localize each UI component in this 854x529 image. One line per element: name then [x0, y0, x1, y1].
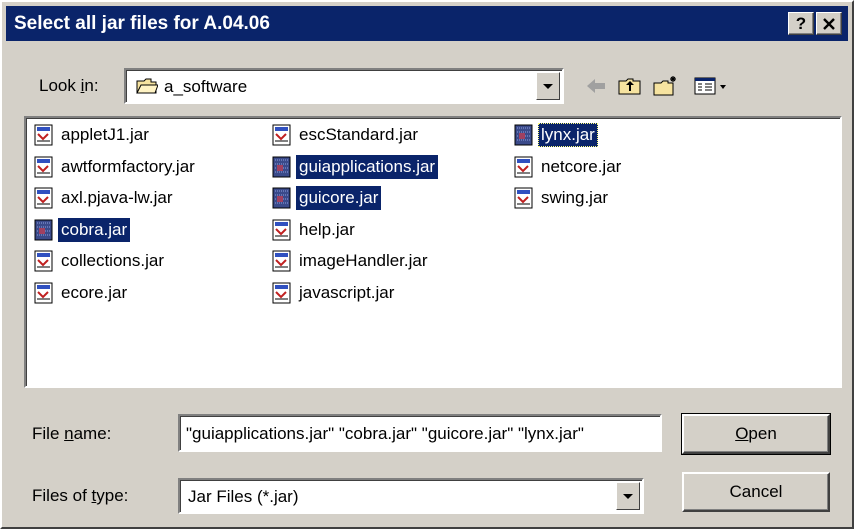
jar-file-icon	[514, 187, 533, 209]
close-button[interactable]	[816, 12, 842, 35]
help-button[interactable]: ?	[788, 12, 814, 35]
file-item-name: lynx.jar	[538, 123, 598, 147]
look-in-value: a_software	[164, 77, 248, 96]
file-item-name: javascript.jar	[299, 282, 395, 302]
file-item-name: imageHandler.jar	[299, 251, 428, 270]
look-in-label: Look in:	[39, 76, 99, 95]
file-item[interactable]: guicore.jar	[272, 185, 382, 211]
jar-file-icon	[514, 156, 533, 177]
files-of-type-dropdown-button[interactable]	[616, 482, 640, 510]
up-one-level-icon	[618, 78, 641, 95]
files-of-type-dropdown[interactable]: Jar Files (*.jar)	[178, 478, 644, 514]
open-button[interactable]: Open	[681, 413, 831, 455]
jar-file-icon	[34, 282, 53, 303]
jar-file-icon	[272, 219, 291, 240]
close-icon	[823, 17, 835, 30]
file-item-name: netcore.jar	[541, 156, 622, 176]
jar-file-icon	[34, 250, 53, 272]
jar-file-icon	[514, 124, 533, 146]
up-one-level-button[interactable]	[616, 72, 644, 100]
file-item[interactable]: axl.pjava-lw.jar	[34, 185, 176, 211]
file-item[interactable]: collections.jar	[34, 248, 167, 274]
file-item[interactable]: escStandard.jar	[272, 122, 421, 148]
jar-file-icon	[272, 282, 291, 303]
view-menu-icon	[694, 77, 726, 95]
file-item-name: swing.jar	[541, 188, 609, 207]
chevron-down-icon	[623, 493, 633, 499]
file-item-name: help.jar	[299, 219, 355, 239]
file-list[interactable]: appletJ1.jar awtformfactory.jar axl.pjava-…	[24, 116, 842, 388]
file-name-label: File name:	[32, 424, 112, 443]
files-of-type-value: Jar Files (*.jar)	[188, 487, 299, 506]
file-item-name: collections.jar	[61, 251, 164, 270]
new-folder-icon	[653, 76, 676, 96]
file-item[interactable]: swing.jar	[514, 185, 611, 211]
chevron-down-icon	[543, 83, 553, 89]
file-item[interactable]: ecore.jar	[34, 280, 130, 306]
look-in-dropdown-button[interactable]	[536, 72, 560, 100]
file-item[interactable]: javascript.jar	[272, 280, 397, 306]
file-item[interactable]: appletJ1.jar	[34, 122, 152, 148]
jar-file-icon	[272, 156, 291, 177]
dialog-title: Select all jar files for A.04.06	[14, 12, 270, 34]
jar-file-icon	[34, 219, 53, 240]
jar-file-icon	[272, 187, 291, 209]
jar-file-icon	[34, 156, 53, 177]
file-item[interactable]: guiapplications.jar	[272, 154, 439, 180]
file-item-name: guiapplications.jar	[296, 154, 439, 179]
file-item[interactable]: netcore.jar	[514, 154, 624, 180]
back-button[interactable]	[582, 72, 610, 100]
title-bar: Select all jar files for A.04.06 ?	[6, 6, 848, 41]
view-menu-button[interactable]	[692, 72, 732, 100]
file-item-name: cobra.jar	[58, 217, 131, 242]
jar-file-icon	[34, 187, 53, 209]
file-item-name: escStandard.jar	[299, 125, 419, 144]
file-item[interactable]: help.jar	[272, 217, 358, 243]
file-name-input[interactable]: "guiapplications.jar" "cobra.jar" "guico…	[178, 414, 662, 452]
file-item-name: axl.pjava-lw.jar	[61, 188, 173, 207]
file-item-name: guicore.jar	[296, 186, 382, 210]
file-dialog: Select all jar files for A.04.06 ? Look …	[0, 0, 854, 529]
jar-file-icon	[272, 250, 291, 272]
file-item[interactable]: cobra.jar	[34, 217, 131, 243]
file-item[interactable]: imageHandler.jar	[272, 248, 431, 274]
file-item-name: ecore.jar	[61, 282, 128, 302]
file-name-value: "guiapplications.jar" "cobra.jar" "guico…	[186, 424, 584, 443]
file-item[interactable]: lynx.jar	[514, 122, 598, 148]
back-arrow-icon	[587, 79, 605, 93]
folder-icon	[136, 78, 158, 94]
jar-file-icon	[34, 124, 53, 146]
new-folder-button[interactable]	[652, 72, 680, 100]
files-of-type-label: Files of type:	[32, 486, 129, 505]
file-item-name: awtformfactory.jar	[61, 156, 195, 176]
file-item-name: appletJ1.jar	[61, 125, 149, 144]
look-in-dropdown[interactable]: a_software	[124, 68, 564, 104]
file-item[interactable]: awtformfactory.jar	[34, 154, 198, 180]
jar-file-icon	[272, 124, 291, 146]
cancel-button[interactable]: Cancel	[682, 472, 830, 512]
